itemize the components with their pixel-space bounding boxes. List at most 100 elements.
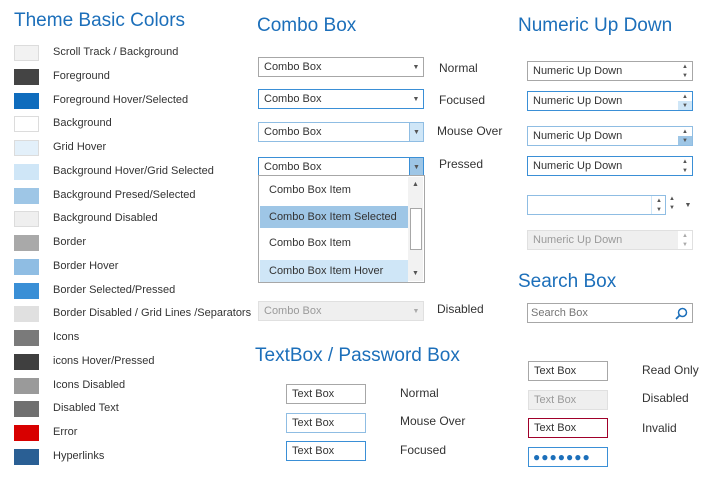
color-swatch — [14, 140, 39, 156]
combo-box-disabled: Combo Box ▼ — [258, 301, 424, 321]
combo-box-normal[interactable]: Combo Box ▼ — [258, 57, 424, 77]
chevron-down-icon: ▼ — [412, 307, 420, 315]
spin-up-icon[interactable]: ▲ — [678, 127, 692, 136]
chevron-down-icon[interactable]: ▼ — [409, 123, 423, 141]
color-swatch-label: Border Selected/Pressed — [53, 284, 176, 296]
color-swatch-label: Grid Hover — [53, 141, 107, 153]
numeric-value: Numeric Up Down — [533, 234, 623, 246]
combo-box-value: Combo Box — [264, 61, 322, 73]
combo-box-value: Combo Box — [264, 126, 322, 138]
textbox-state-mouse-over: Mouse Over — [400, 414, 466, 428]
numeric-up-down-mouse-over[interactable]: Numeric Up Down ▲ ▼ — [527, 126, 693, 146]
color-swatch-label: icons Hover/Pressed — [53, 355, 155, 367]
combo-state-pressed: Pressed — [439, 157, 484, 171]
combo-box-item-selected[interactable]: Combo Box Item Selected — [260, 206, 408, 228]
combo-box-item[interactable]: Combo Box Item — [260, 179, 408, 201]
color-swatch-label: Icons — [53, 331, 80, 343]
combo-box-value: Combo Box — [264, 305, 322, 317]
color-swatch-label: Disabled Text — [53, 402, 119, 414]
theme-colors-heading: Theme Basic Colors — [14, 10, 186, 31]
color-swatch-label: Icons Disabled — [53, 379, 126, 391]
spin-up-icon[interactable]: ▲ — [652, 196, 666, 205]
chevron-down-icon[interactable]: ▼ — [409, 90, 423, 108]
search-input[interactable] — [531, 306, 671, 320]
numeric-value: Numeric Up Down — [533, 130, 623, 142]
spin-down-icon[interactable]: ▼ — [678, 166, 692, 175]
combo-box-item[interactable]: Combo Box Item — [260, 232, 408, 254]
color-swatch — [14, 259, 39, 275]
numeric-value: Numeric Up Down — [533, 95, 623, 107]
numeric-value: Numeric Up Down — [533, 160, 623, 172]
color-swatch-label: Background — [53, 117, 112, 129]
color-swatch — [14, 164, 39, 180]
textbox-state-invalid: Invalid — [642, 421, 677, 435]
textbox-read-only[interactable]: Text Box — [528, 361, 608, 381]
combo-box-focused[interactable]: Combo Box ▼ — [258, 89, 424, 109]
color-swatch — [14, 306, 39, 322]
search-box[interactable] — [527, 303, 693, 323]
color-swatch — [14, 211, 39, 227]
textbox-value: Text Box — [292, 388, 335, 400]
color-swatch — [14, 425, 39, 441]
combo-box-value: Combo Box — [264, 161, 322, 173]
textbox-value: Text Box — [534, 422, 577, 434]
search-box-heading: Search Box — [518, 271, 617, 292]
numeric-up-down-disabled: Numeric Up Down ▲ ▼ — [527, 230, 693, 250]
spin-down-icon[interactable]: ▼ — [678, 71, 692, 80]
textbox-focused[interactable]: Text Box — [286, 441, 366, 461]
color-swatch-label: Border — [53, 236, 87, 248]
color-swatch-label: Background Hover/Grid Selected — [53, 165, 214, 177]
combo-state-normal: Normal — [439, 61, 478, 75]
password-box[interactable]: ●●●●●●● — [528, 447, 608, 467]
spin-up-icon: ▲ — [682, 232, 688, 239]
combo-state-disabled: Disabled — [437, 302, 484, 316]
color-swatch — [14, 401, 39, 417]
chevron-down-icon[interactable]: ▼ — [409, 58, 423, 76]
numeric-up-down-heading: Numeric Up Down — [518, 15, 673, 36]
color-swatch — [14, 354, 39, 370]
search-icon[interactable] — [675, 307, 688, 320]
combo-box-pressed[interactable]: Combo Box ▼ — [258, 157, 424, 177]
dropdown-scrollbar[interactable]: ▲ ▼ — [408, 177, 423, 281]
combo-box-heading: Combo Box — [257, 15, 357, 36]
textbox-value: Text Box — [292, 417, 335, 429]
spin-down-icon: ▼ — [682, 241, 688, 248]
spin-down-icon[interactable]: ▼ — [669, 205, 675, 211]
chevron-down-icon[interactable]: ▼ — [682, 195, 694, 215]
textbox-heading: TextBox / Password Box — [255, 345, 460, 366]
scroll-thumb[interactable] — [410, 208, 422, 250]
spin-down-icon[interactable]: ▼ — [652, 205, 666, 214]
combo-state-mouse-over: Mouse Over — [437, 124, 503, 138]
textbox-state-focused: Focused — [400, 443, 447, 457]
chevron-down-icon[interactable]: ▼ — [409, 158, 423, 176]
color-swatch-label: Background Disabled — [53, 212, 158, 224]
textbox-value: Text Box — [292, 445, 335, 457]
combo-box-item-hover[interactable]: Combo Box Item Hover — [260, 260, 408, 282]
color-swatch-label: Hyperlinks — [53, 450, 105, 462]
color-swatch-label: Border Disabled / Grid Lines /Separators — [53, 307, 252, 319]
color-swatch — [14, 330, 39, 346]
color-swatch — [14, 449, 39, 465]
spin-up-icon[interactable]: ▲ — [678, 92, 692, 101]
textbox-value: Text Box — [534, 394, 577, 406]
combo-box-mouse-over[interactable]: Combo Box ▼ — [258, 122, 424, 142]
numeric-up-down-pressed[interactable]: Numeric Up Down ▲ ▼ — [527, 156, 693, 176]
numeric-up-down-focused[interactable]: Numeric Up Down ▲ ▼ — [527, 91, 693, 111]
spin-up-icon[interactable]: ▲ — [678, 157, 692, 166]
color-swatch — [14, 235, 39, 251]
spin-down-icon[interactable]: ▼ — [678, 101, 692, 110]
combo-state-focused: Focused — [439, 93, 486, 107]
spin-down-icon[interactable]: ▼ — [678, 136, 692, 145]
textbox-invalid[interactable]: Text Box — [528, 418, 608, 438]
spin-up-icon[interactable]: ▲ — [678, 62, 692, 71]
spin-up-icon[interactable]: ▲ — [669, 196, 675, 202]
textbox-normal[interactable]: Text Box — [286, 384, 366, 404]
textbox-mouse-over[interactable]: Text Box — [286, 413, 366, 433]
numeric-up-down-normal[interactable]: Numeric Up Down ▲ ▼ — [527, 61, 693, 81]
numeric-up-down-empty[interactable]: ▲ ▼ — [527, 195, 666, 215]
scroll-up-icon[interactable]: ▲ — [409, 178, 422, 191]
password-mask: ●●●●●●● — [533, 450, 591, 464]
numeric-spin-split[interactable]: ▲ ▼ — [667, 195, 679, 215]
scroll-down-icon[interactable]: ▼ — [409, 267, 422, 280]
color-swatch-label: Foreground — [53, 70, 110, 82]
